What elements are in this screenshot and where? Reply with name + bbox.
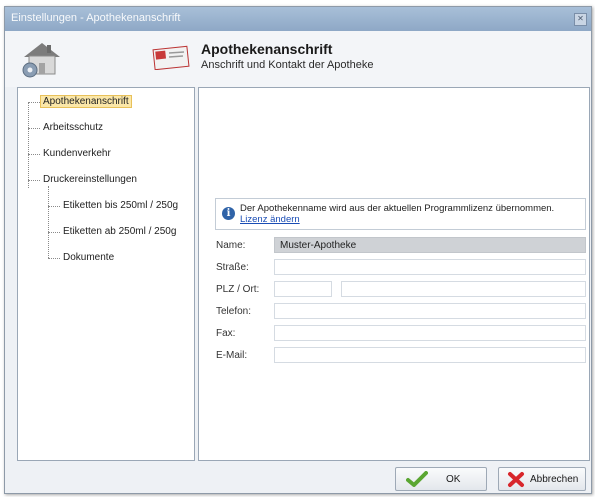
cancel-button[interactable]: Abbrechen [498,467,586,491]
fax-field[interactable] [274,325,586,341]
x-icon [508,472,524,487]
name-label: Name: [216,240,246,251]
tree-item-apothekenanschrift[interactable]: Apothekenanschrift [40,95,132,108]
name-field: Muster-Apotheke [274,237,586,253]
ort-field[interactable] [341,281,586,297]
strasse-label: Straße: [216,262,249,273]
fax-label: Fax: [216,328,236,339]
plz-field[interactable] [274,281,332,297]
window-title: Einstellungen - Apothekenanschrift [11,12,181,24]
address-card-icon [152,45,190,70]
tree-item-dokumente[interactable]: Dokumente [60,251,117,264]
page-header: Apothekenanschrift Anschrift und Kontakt… [5,31,591,87]
info-text: Der Apothekenname wird aus der aktuellen… [240,203,555,214]
content-panel: i Der Apothekenname wird aus der aktuell… [198,87,590,461]
email-label: E-Mail: [216,350,248,361]
settings-window: Einstellungen - Apothekenanschrift ✕ Apo… [4,6,592,494]
email-field[interactable] [274,347,586,363]
plz-ort-label: PLZ / Ort: [216,284,260,295]
ok-label: OK [446,474,461,485]
license-info-box: i Der Apothekenname wird aus der aktuell… [215,198,586,230]
ok-button[interactable]: OK [395,467,487,491]
telefon-label: Telefon: [216,306,252,317]
house-settings-icon [22,43,60,78]
info-message: Der Apothekenname wird aus der aktuellen… [240,203,570,225]
strasse-field[interactable] [274,259,586,275]
tree-item-etiketten-bis[interactable]: Etiketten bis 250ml / 250g [60,199,181,212]
telefon-field[interactable] [274,303,586,319]
close-icon[interactable]: ✕ [574,13,587,26]
info-icon: i [222,207,235,220]
tree-item-etiketten-ab[interactable]: Etiketten ab 250ml / 250g [60,225,179,238]
change-license-link[interactable]: Lizenz ändern [240,214,300,225]
tree-item-arbeitsschutz[interactable]: Arbeitsschutz [40,121,106,134]
tree-item-kundenverkehr[interactable]: Kundenverkehr [40,147,114,160]
page-title: Apothekenanschrift [201,41,333,57]
button-bar: OK Abbrechen [5,461,591,495]
cancel-label: Abbrechen [530,474,579,485]
checkmark-icon [406,471,428,487]
page-subtitle: Anschrift und Kontakt der Apotheke [201,59,374,71]
settings-tree: Apothekenanschrift Arbeitsschutz Kundenv… [17,87,195,461]
title-bar[interactable]: Einstellungen - Apothekenanschrift ✕ [5,7,591,32]
tree-item-druckereinstellungen[interactable]: Druckereinstellungen [40,173,140,186]
